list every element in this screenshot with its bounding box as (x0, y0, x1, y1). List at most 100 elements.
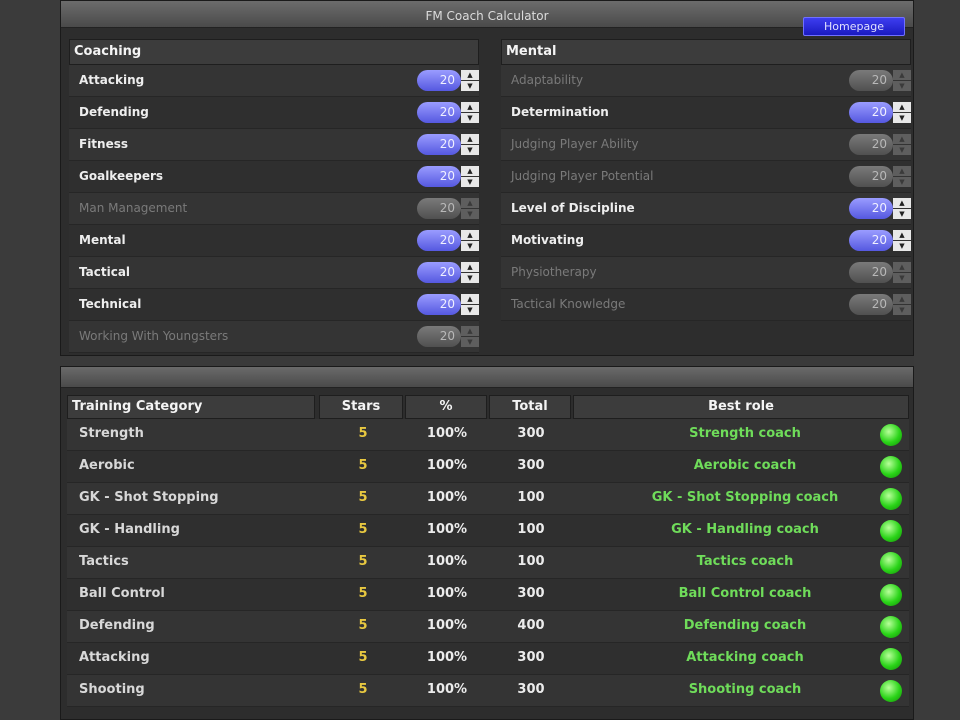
stars-cell: 5 (358, 426, 368, 441)
attribute-value-field[interactable]: 20 (417, 102, 461, 123)
triangle-up-icon[interactable]: ▲ (461, 70, 479, 81)
training-category-cell: Aerobic (79, 458, 135, 473)
triangle-down-icon[interactable]: ▼ (893, 113, 911, 123)
attribute-value-field[interactable]: 20 (849, 102, 893, 123)
best-role-cell: Shooting coach (688, 682, 802, 697)
triangle-down-icon[interactable]: ▼ (461, 209, 479, 219)
training-category-cell: Strength (79, 426, 144, 441)
header-stars[interactable]: Stars (319, 395, 403, 419)
triangle-down-icon[interactable]: ▼ (893, 209, 911, 219)
attribute-spinner[interactable]: 20 ▲ ▼ (849, 262, 911, 283)
header-training-category[interactable]: Training Category (67, 395, 315, 419)
stars-cell: 5 (358, 554, 368, 569)
triangle-up-icon[interactable]: ▲ (893, 102, 911, 113)
attribute-value-field[interactable]: 20 (417, 166, 461, 187)
coaching-header: Coaching (69, 39, 479, 65)
attribute-value-field[interactable]: 20 (417, 326, 461, 347)
attribute-spinner[interactable]: 20 ▲ ▼ (417, 70, 479, 91)
attribute-spinner[interactable]: 20 ▲ ▼ (849, 294, 911, 315)
triangle-up-icon[interactable]: ▲ (461, 230, 479, 241)
attribute-value-field[interactable]: 20 (849, 166, 893, 187)
green-status-dot-icon (880, 616, 902, 638)
attribute-value-field[interactable]: 20 (417, 134, 461, 155)
attribute-spinner[interactable]: 20 ▲ ▼ (417, 230, 479, 251)
table-row: Shooting 5 100% 300 Shooting coach (67, 675, 909, 707)
triangle-up-icon[interactable]: ▲ (461, 134, 479, 145)
attribute-value-field[interactable]: 20 (417, 230, 461, 251)
triangle-up-icon[interactable]: ▲ (893, 70, 911, 81)
attribute-spinner[interactable]: 20 ▲ ▼ (849, 230, 911, 251)
total-cell: 300 (517, 426, 545, 441)
triangle-down-icon[interactable]: ▼ (893, 241, 911, 251)
triangle-down-icon[interactable]: ▼ (461, 145, 479, 155)
triangle-up-icon[interactable]: ▲ (461, 262, 479, 273)
triangle-up-icon[interactable]: ▲ (461, 166, 479, 177)
attribute-spinner[interactable]: 20 ▲ ▼ (417, 166, 479, 187)
attribute-spinner[interactable]: 20 ▲ ▼ (849, 166, 911, 187)
header-percent[interactable]: % (405, 395, 487, 419)
attribute-spinner[interactable]: 20 ▲ ▼ (417, 102, 479, 123)
attribute-value-field[interactable]: 20 (849, 134, 893, 155)
triangle-up-icon[interactable]: ▲ (893, 294, 911, 305)
triangle-up-icon[interactable]: ▲ (893, 230, 911, 241)
triangle-down-icon[interactable]: ▼ (461, 177, 479, 187)
attribute-value-field[interactable]: 20 (417, 70, 461, 91)
header-best-role[interactable]: Best role (573, 395, 909, 419)
triangle-down-icon[interactable]: ▼ (893, 81, 911, 91)
triangle-down-icon[interactable]: ▼ (461, 241, 479, 251)
attribute-spinner[interactable]: 20 ▲ ▼ (417, 326, 479, 347)
attribute-value-field[interactable]: 20 (417, 262, 461, 283)
attribute-spinner[interactable]: 20 ▲ ▼ (849, 70, 911, 91)
attribute-spinner[interactable]: 20 ▲ ▼ (849, 102, 911, 123)
triangle-up-icon[interactable]: ▲ (461, 198, 479, 209)
attribute-value-field[interactable]: 20 (849, 198, 893, 219)
triangle-down-icon[interactable]: ▼ (461, 337, 479, 347)
triangle-down-icon[interactable]: ▼ (461, 305, 479, 315)
table-row: Tactics 5 100% 100 Tactics coach (67, 547, 909, 579)
triangle-up-icon[interactable]: ▲ (461, 294, 479, 305)
attribute-value-field[interactable]: 20 (417, 294, 461, 315)
attribute-spinner[interactable]: 20 ▲ ▼ (849, 198, 911, 219)
homepage-button[interactable]: Homepage (803, 17, 905, 36)
triangle-up-icon[interactable]: ▲ (461, 326, 479, 337)
triangle-down-icon[interactable]: ▼ (893, 305, 911, 315)
attribute-spinner[interactable]: 20 ▲ ▼ (417, 198, 479, 219)
triangle-down-icon[interactable]: ▼ (461, 113, 479, 123)
triangle-up-icon[interactable]: ▲ (893, 166, 911, 177)
attribute-spinner[interactable]: 20 ▲ ▼ (417, 134, 479, 155)
training-category-cell: Ball Control (79, 586, 165, 601)
table-row: GK - Handling 5 100% 100 GK - Handling coach (67, 515, 909, 547)
attribute-value-field[interactable]: 20 (849, 294, 893, 315)
attribute-spinner[interactable]: 20 ▲ ▼ (417, 294, 479, 315)
triangle-up-icon[interactable]: ▲ (893, 262, 911, 273)
mental-header: Mental (501, 39, 911, 65)
triangle-up-icon[interactable]: ▲ (461, 102, 479, 113)
attribute-spinner[interactable]: 20 ▲ ▼ (417, 262, 479, 283)
attribute-label: Mental (79, 233, 126, 247)
training-category-cell: Shooting (79, 682, 145, 697)
triangle-down-icon[interactable]: ▼ (893, 177, 911, 187)
header-total[interactable]: Total (489, 395, 571, 419)
triangle-up-icon[interactable]: ▲ (893, 134, 911, 145)
table-header: Training Category Stars % Total Best rol… (67, 395, 909, 419)
attribute-row: Adaptability 20 ▲ ▼ (501, 65, 911, 97)
training-category-cell: GK - Shot Stopping (79, 490, 219, 505)
coaching-column: Coaching Attacking 20 ▲ ▼ Defending 20 ▲ ▼ Fitne… (69, 39, 479, 353)
triangle-down-icon[interactable]: ▼ (461, 273, 479, 283)
triangle-down-icon[interactable]: ▼ (461, 81, 479, 91)
attribute-label: Tactical (79, 265, 131, 279)
triangle-down-icon[interactable]: ▼ (893, 273, 911, 283)
stars-cell: 5 (358, 586, 368, 601)
attribute-value-field[interactable]: 20 (849, 262, 893, 283)
triangle-up-icon[interactable]: ▲ (893, 198, 911, 209)
attribute-value-field[interactable]: 20 (417, 198, 461, 219)
attribute-value-field[interactable]: 20 (849, 70, 893, 91)
attribute-spinner[interactable]: 20 ▲ ▼ (849, 134, 911, 155)
attribute-value-field[interactable]: 20 (849, 230, 893, 251)
triangle-down-icon[interactable]: ▼ (893, 145, 911, 155)
total-cell: 300 (517, 682, 545, 697)
left-background (0, 0, 60, 720)
percent-cell: 100% (426, 458, 468, 473)
green-status-dot-icon (880, 456, 902, 478)
mental-list: Adaptability 20 ▲ ▼ Determination 20 ▲ ▼ Judging… (501, 65, 911, 321)
